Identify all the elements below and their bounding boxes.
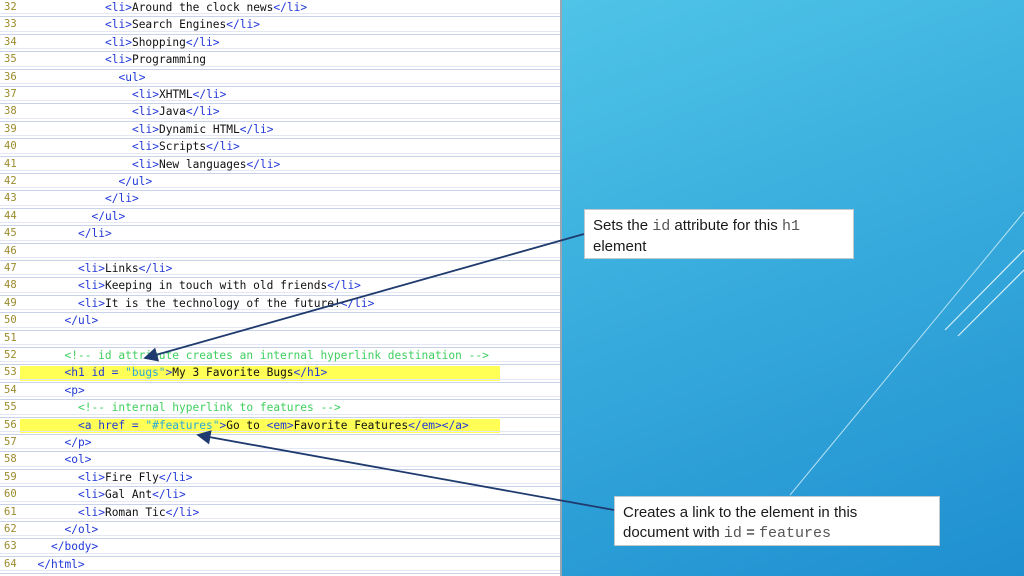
- annotation-arrows: [143, 233, 615, 511]
- arrow-to-anchor-line: [196, 430, 615, 511]
- arrow-to-h1-line: [143, 233, 585, 362]
